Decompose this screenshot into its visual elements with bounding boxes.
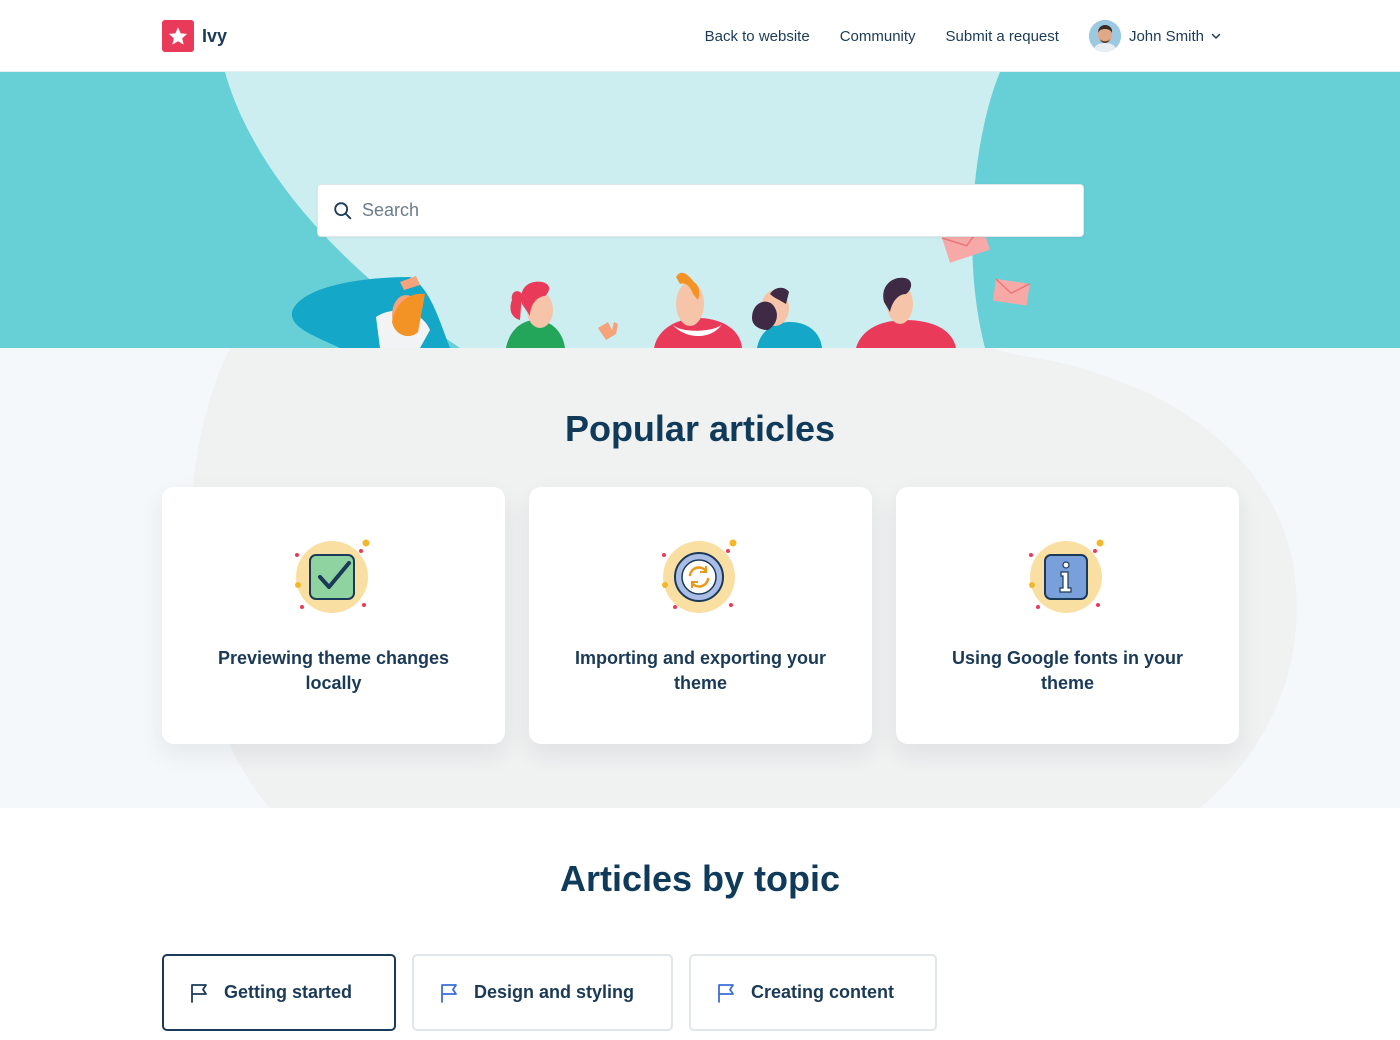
flag-icon xyxy=(718,983,734,1003)
topic-label: Getting started xyxy=(224,982,353,1002)
info-icon xyxy=(1029,539,1104,613)
topic-getting-started[interactable]: Getting started xyxy=(162,954,396,1031)
flag-icon xyxy=(441,983,457,1003)
brand-name: Ivy xyxy=(202,25,228,46)
hero-banner xyxy=(0,72,1400,348)
user-menu[interactable]: John Smith xyxy=(1088,20,1222,52)
article-title: Previewing theme changes locally xyxy=(217,648,450,693)
nav-submit-request[interactable]: Submit a request xyxy=(946,28,1059,45)
top-nav: Back to website Community Submit a reque… xyxy=(675,18,1222,54)
topic-creating-content[interactable]: Creating content xyxy=(689,954,937,1031)
articles-by-topic-title: Articles by topic xyxy=(559,858,841,899)
flag-icon xyxy=(191,983,207,1003)
site-header: Ivy Back to website Community Submit a r… xyxy=(0,0,1400,72)
article-title: Importing and exporting your theme xyxy=(575,648,826,693)
user-name: John Smith xyxy=(1128,27,1204,45)
article-card[interactable]: Importing and exporting your theme xyxy=(529,487,872,744)
article-cards: Previewing theme changes locally Importi… xyxy=(162,487,1239,744)
article-card[interactable]: Using Google fonts in your theme xyxy=(896,487,1239,744)
topic-label: Creating content xyxy=(751,982,895,1002)
article-card[interactable]: Previewing theme changes locally xyxy=(162,487,505,744)
nav-community[interactable]: Community xyxy=(840,28,916,45)
avatar xyxy=(1088,20,1121,52)
topic-label: Design and styling xyxy=(474,982,635,1002)
search-icon xyxy=(334,201,352,219)
topic-design-and-styling[interactable]: Design and styling xyxy=(412,954,673,1031)
sync-icon xyxy=(662,539,737,613)
star-logo-icon xyxy=(162,20,194,52)
brand-logo[interactable]: Ivy xyxy=(162,20,227,52)
popular-articles-title: Popular articles xyxy=(564,408,836,449)
search-bar[interactable] xyxy=(317,184,1084,237)
article-title: Using Google fonts in your theme xyxy=(952,648,1183,693)
topic-list: Getting started Design and styling Creat… xyxy=(162,954,953,1031)
search-input[interactable] xyxy=(362,200,1042,221)
checkbox-icon xyxy=(295,539,370,613)
nav-back-to-website[interactable]: Back to website xyxy=(705,28,810,45)
chevron-down-icon xyxy=(1211,33,1221,40)
popular-articles-section: Popular articles Previewing theme change… xyxy=(0,348,1400,808)
